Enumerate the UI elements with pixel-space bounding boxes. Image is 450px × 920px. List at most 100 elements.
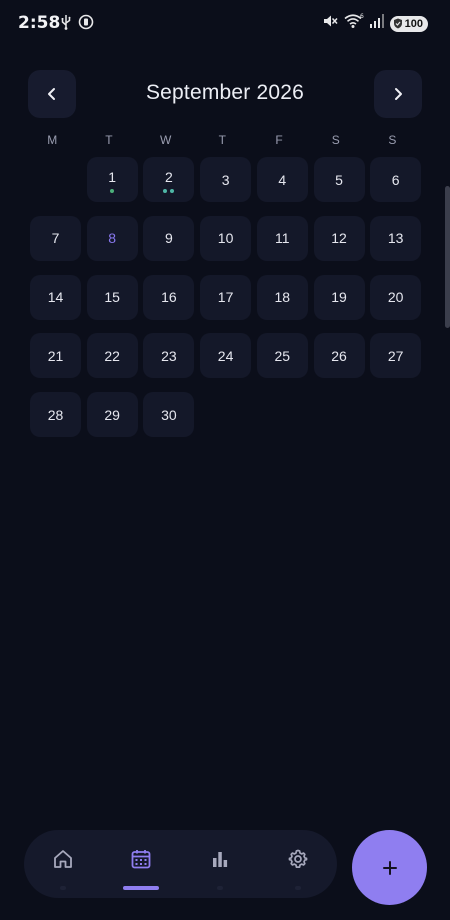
day-number: 19 <box>331 289 347 306</box>
add-event-button[interactable] <box>352 830 427 905</box>
battery-level: 100 <box>404 17 423 30</box>
day-number: 16 <box>161 289 177 306</box>
calendar-screen: 2:58 6 100 September 2026 M T W T F S S … <box>0 0 450 920</box>
day-cell-26[interactable]: 26 <box>313 333 365 379</box>
day-number: 30 <box>161 406 177 423</box>
day-cell-30[interactable]: 30 <box>143 392 195 438</box>
day-number: 1 <box>108 168 117 185</box>
day-number: 22 <box>104 347 120 364</box>
day-cell-10[interactable]: 10 <box>200 215 252 261</box>
day-number: 26 <box>331 347 347 364</box>
day-cell-28[interactable]: 28 <box>30 392 81 438</box>
day-cell-25[interactable]: 25 <box>256 333 308 379</box>
day-cell-20[interactable]: 20 <box>370 274 422 320</box>
gear-icon <box>288 849 308 868</box>
battery-icon: 100 <box>389 15 428 32</box>
month-title: September 2026 <box>145 81 305 104</box>
day-number: 21 <box>47 347 64 364</box>
day-number: 8 <box>108 230 117 247</box>
day-cell-24[interactable]: 24 <box>200 333 252 379</box>
day-number: 25 <box>274 347 291 364</box>
day-cell-29[interactable]: 29 <box>86 392 138 438</box>
day-number: 6 <box>391 171 400 188</box>
event-dot <box>170 189 175 193</box>
data-saver-icon <box>78 14 94 35</box>
day-cell-19[interactable]: 19 <box>313 274 365 320</box>
event-dots <box>143 189 194 193</box>
day-cell-17[interactable]: 17 <box>200 274 252 320</box>
day-cell-5[interactable]: 5 <box>313 157 365 202</box>
day-number: 24 <box>217 347 234 364</box>
status-right-icons: 6 100 <box>322 13 428 34</box>
event-dot <box>163 189 168 193</box>
nav-indicator-active <box>123 886 159 890</box>
weekday-row: MTWTFSS <box>27 133 424 151</box>
day-number: 9 <box>164 230 173 247</box>
day-cell-15[interactable]: 15 <box>86 274 138 320</box>
day-cell-6[interactable]: 6 <box>370 157 422 202</box>
day-number: 17 <box>217 289 234 306</box>
day-number: 15 <box>104 289 120 306</box>
mute-icon <box>322 13 338 34</box>
weekday-label: M <box>47 133 58 147</box>
day-cell-21[interactable]: 21 <box>30 333 81 379</box>
calendar-icon <box>131 850 151 869</box>
day-number: 2 <box>164 168 173 185</box>
day-cell-12[interactable]: 12 <box>313 215 365 261</box>
month-header: September 2026 <box>28 70 422 118</box>
day-number: 5 <box>335 171 343 188</box>
weekday-label: T <box>218 133 227 147</box>
nav-item-stats[interactable] <box>181 830 259 898</box>
event-dots <box>87 189 138 193</box>
next-month-button[interactable] <box>374 70 422 118</box>
status-left-icons <box>60 14 94 35</box>
day-number: 20 <box>387 289 404 306</box>
svg-text:6: 6 <box>360 13 364 20</box>
day-cell-7[interactable]: 7 <box>30 215 81 261</box>
day-cell-11[interactable]: 11 <box>256 215 308 261</box>
nav-item-home[interactable] <box>24 830 102 898</box>
day-cell-1[interactable]: 1 <box>86 157 138 202</box>
chevron-right-icon <box>395 88 402 100</box>
status-time: 2:58 <box>18 13 61 33</box>
chevron-left-icon <box>48 88 55 100</box>
day-cell-2[interactable]: 2 <box>143 157 195 202</box>
day-cell-4[interactable]: 4 <box>256 157 308 202</box>
day-number: 3 <box>221 171 230 188</box>
day-cell-27[interactable]: 27 <box>370 333 422 379</box>
day-number: 4 <box>278 171 287 188</box>
day-cell-18[interactable]: 18 <box>256 274 308 320</box>
scrollbar-thumb[interactable] <box>445 186 450 328</box>
day-number: 13 <box>387 230 404 247</box>
wifi-icon: 6 <box>344 13 364 34</box>
day-cell-16[interactable]: 16 <box>143 274 195 320</box>
day-cell-14[interactable]: 14 <box>30 274 81 320</box>
day-number: 27 <box>387 347 404 364</box>
day-number: 28 <box>47 406 64 423</box>
nav-indicator <box>60 886 66 890</box>
day-cell-8[interactable]: 8 <box>86 215 138 261</box>
nav-item-settings[interactable] <box>259 830 337 898</box>
day-number: 29 <box>104 406 120 423</box>
event-dot <box>110 189 115 193</box>
day-number: 10 <box>217 230 234 247</box>
usb-icon <box>60 14 72 35</box>
nav-item-calendar[interactable] <box>102 830 180 898</box>
nav-indicator <box>295 886 301 890</box>
weekday-label: F <box>275 133 284 147</box>
weekday-label: W <box>159 133 172 147</box>
day-number: 7 <box>51 230 60 247</box>
day-number: 23 <box>161 347 177 364</box>
day-cell-9[interactable]: 9 <box>143 215 195 261</box>
weekday-label: S <box>331 133 341 147</box>
nav-indicator <box>217 886 223 890</box>
day-number: 14 <box>47 289 64 306</box>
day-cell-22[interactable]: 22 <box>86 333 138 379</box>
day-cell-13[interactable]: 13 <box>370 215 422 261</box>
day-cell-3[interactable]: 3 <box>200 157 252 202</box>
day-cell-23[interactable]: 23 <box>143 333 195 379</box>
day-number: 12 <box>331 230 347 247</box>
previous-month-button[interactable] <box>28 70 76 118</box>
status-bar: 2:58 6 100 <box>0 0 450 46</box>
day-number: 11 <box>275 230 290 247</box>
